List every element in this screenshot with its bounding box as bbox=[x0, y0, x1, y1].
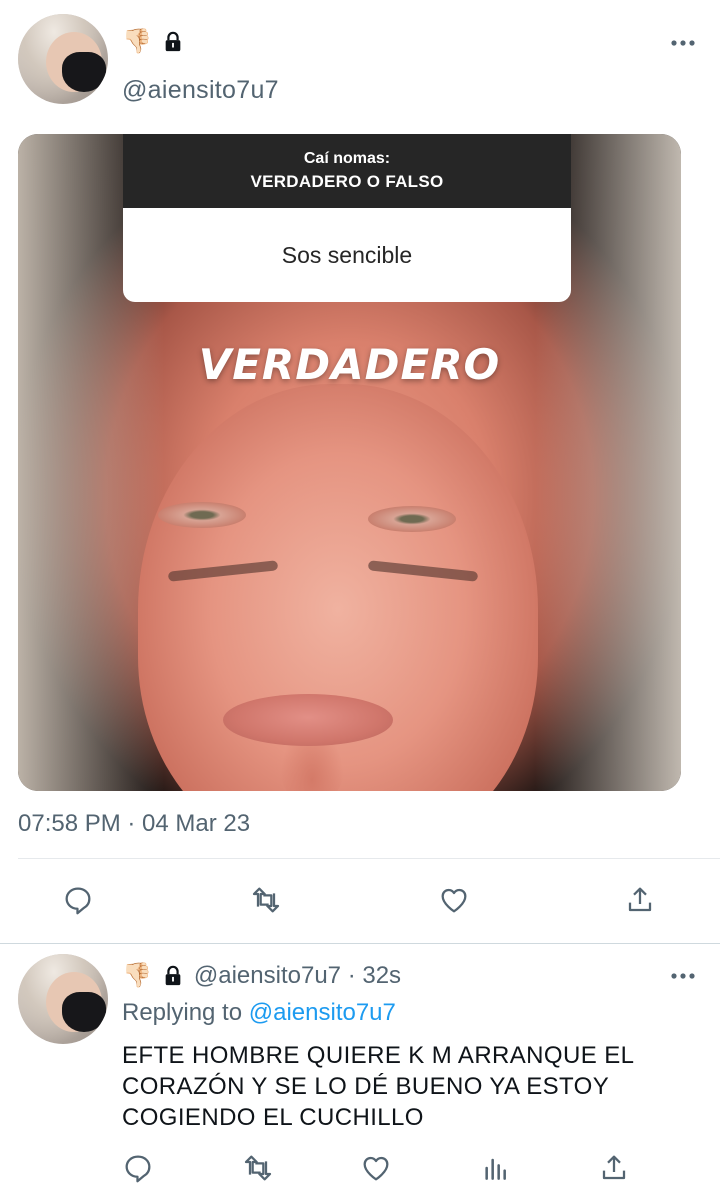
thumbs-down-emoji: 👎🏻 bbox=[122, 962, 152, 989]
like-icon[interactable] bbox=[358, 1150, 394, 1186]
overlay-text: VERDADERO bbox=[198, 340, 501, 389]
reply-action-bar bbox=[0, 1150, 720, 1190]
reply-icon[interactable] bbox=[60, 882, 96, 918]
replying-handle-link[interactable]: @aiensito7u7 bbox=[249, 999, 396, 1026]
image-lips bbox=[223, 694, 393, 746]
share-icon[interactable] bbox=[622, 882, 658, 918]
thumbs-down-emoji: 👎🏻 bbox=[122, 28, 152, 55]
like-icon[interactable] bbox=[436, 882, 472, 918]
question-subtitle: VERDADERO O FALSO bbox=[250, 172, 444, 191]
question-title: Caí nomas: bbox=[303, 150, 391, 167]
question-header: Caí nomas: VERDADERO O FALSO bbox=[123, 134, 571, 208]
question-answer: Sos sencible bbox=[281, 241, 413, 268]
image-eye-right bbox=[368, 506, 456, 532]
retweet-icon[interactable] bbox=[240, 1150, 276, 1186]
image-eye-left bbox=[158, 502, 246, 528]
tweet-action-bar bbox=[0, 882, 720, 922]
avatar-mask bbox=[62, 52, 106, 92]
reply-icon[interactable] bbox=[120, 1150, 156, 1186]
avatar[interactable] bbox=[18, 14, 108, 104]
author-handle[interactable]: @aiensito7u7 bbox=[122, 76, 279, 105]
tweet-media-image[interactable]: Caí nomas: VERDADERO O FALSO Sos sencibl… bbox=[18, 134, 681, 791]
divider bbox=[0, 943, 720, 944]
more-horizontal-icon[interactable] bbox=[670, 972, 696, 980]
analytics-icon[interactable] bbox=[478, 1150, 514, 1186]
reply-handle[interactable]: @aiensito7u7 · 32s bbox=[194, 962, 401, 990]
question-sticker: Caí nomas: VERDADERO O FALSO Sos sencibl… bbox=[123, 134, 571, 302]
retweet-icon[interactable] bbox=[248, 882, 284, 918]
reply-avatar[interactable] bbox=[18, 954, 108, 1044]
replying-to: Replying to @aiensito7u7 bbox=[122, 999, 396, 1027]
more-horizontal-icon[interactable] bbox=[670, 39, 696, 47]
lock-icon bbox=[165, 31, 181, 52]
divider bbox=[18, 858, 720, 859]
reply-text: EFTE HOMBRE QUIERE K M ARRANQUE EL CORAZ… bbox=[122, 1042, 634, 1131]
share-icon[interactable] bbox=[596, 1150, 632, 1186]
tweet-timestamp[interactable]: 07:58 PM · 04 Mar 23 bbox=[18, 810, 250, 838]
avatar-mask bbox=[62, 992, 106, 1032]
author-badges: 👎🏻 bbox=[122, 30, 184, 54]
replying-prefix: Replying to bbox=[122, 999, 243, 1026]
lock-icon bbox=[165, 965, 181, 986]
reply-header: 👎🏻 @aiensito7u7 · 32s bbox=[122, 962, 401, 990]
